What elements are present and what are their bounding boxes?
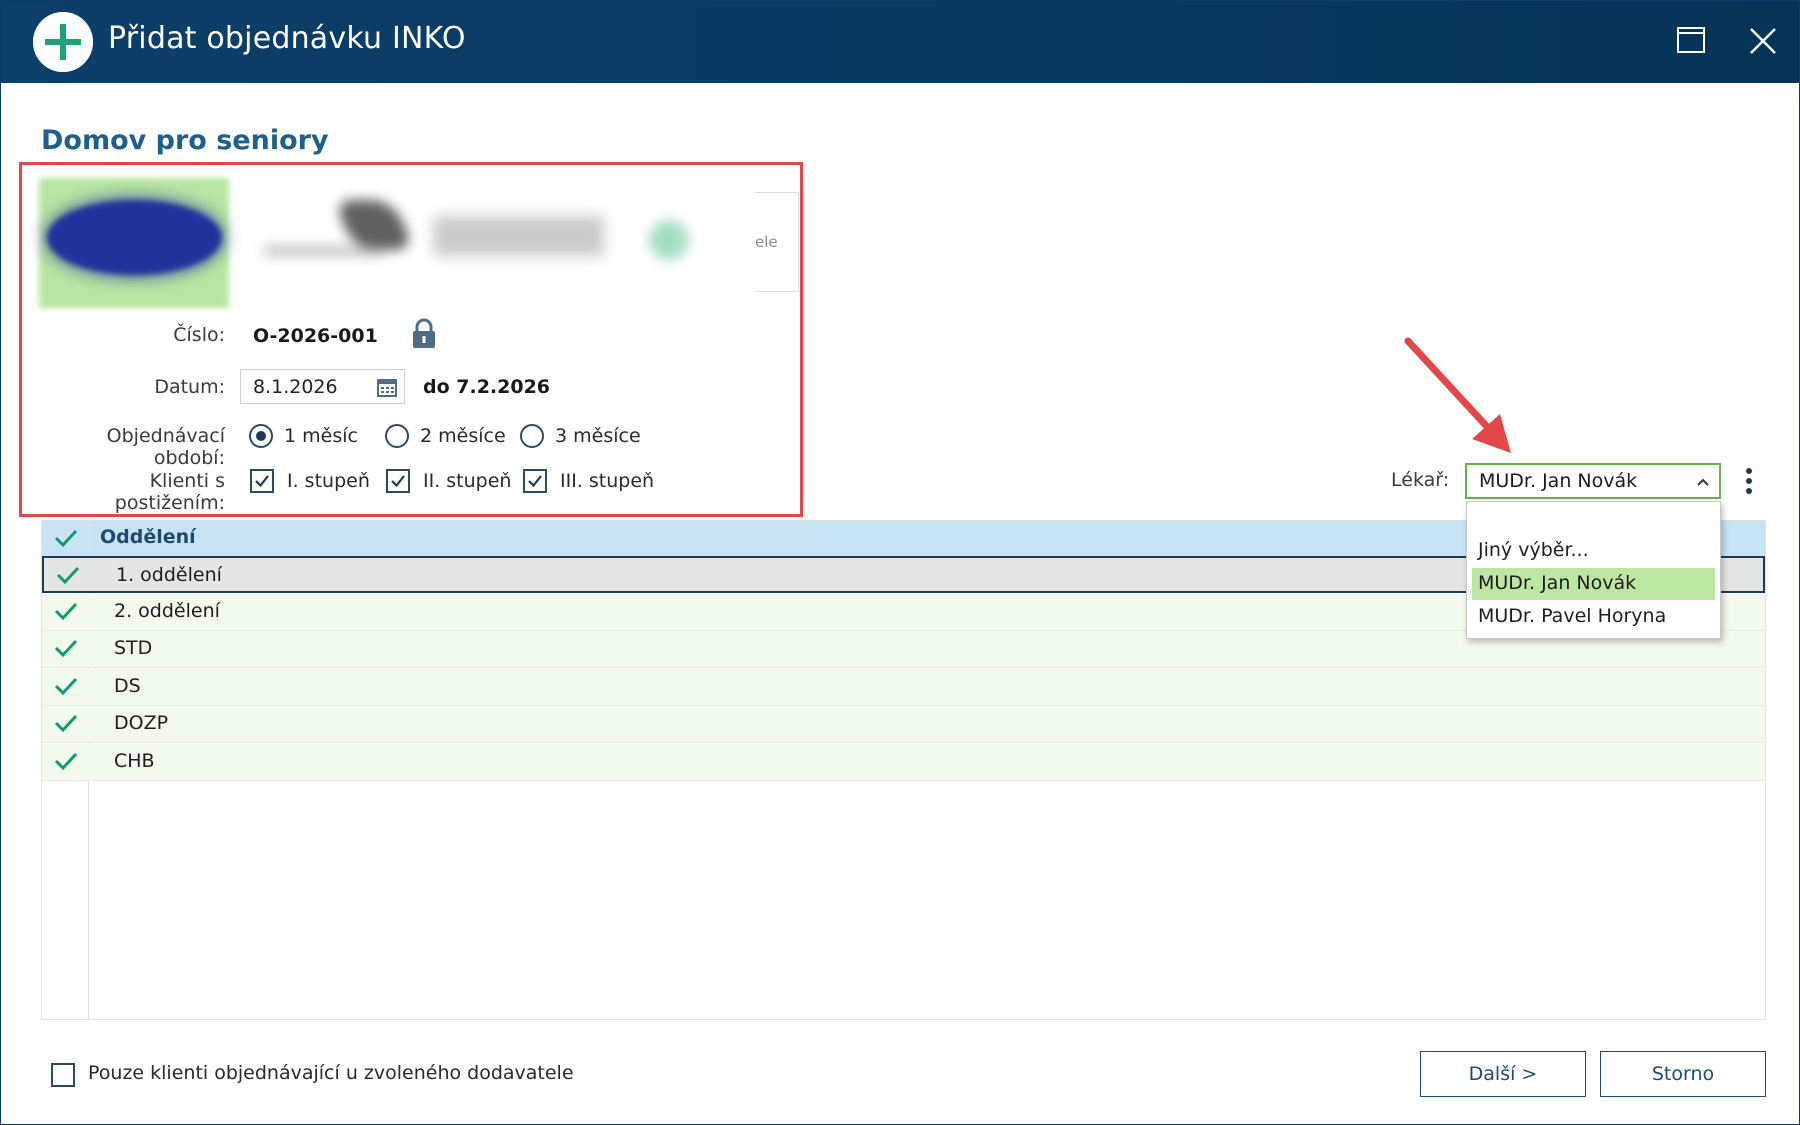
section-title: Domov pro seniory xyxy=(41,125,329,156)
doctor-select[interactable]: MUDr. Jan Novák xyxy=(1465,463,1721,499)
cislo-value: O-2026-001 xyxy=(253,325,378,347)
table-row[interactable]: CHB xyxy=(42,744,1765,781)
table-row[interactable]: DOZP xyxy=(42,706,1765,743)
disability-option-3[interactable]: III. stupeň xyxy=(560,470,654,492)
dropdown-option[interactable]: MUDr. Pavel Horyna xyxy=(1472,601,1715,633)
check-all-icon[interactable] xyxy=(54,527,78,549)
disability-checkbox-2[interactable] xyxy=(386,469,410,493)
check-icon[interactable] xyxy=(54,750,78,772)
dropdown-option-selected[interactable]: MUDr. Jan Novák xyxy=(1472,568,1715,600)
disability-label: Klienti s postižením: xyxy=(114,470,225,514)
only-clients-checkbox[interactable] xyxy=(51,1063,75,1087)
row-label: DOZP xyxy=(114,712,169,734)
title-bar[interactable]: Přidat objednávku INKO xyxy=(1,1,1799,83)
window-title: Přidat objednávku INKO xyxy=(108,21,466,56)
period-radio-1[interactable] xyxy=(249,424,273,448)
disability-checkbox-3[interactable] xyxy=(523,469,547,493)
next-button[interactable]: Další > xyxy=(1420,1051,1586,1097)
doctor-selected: MUDr. Jan Novák xyxy=(1479,470,1638,492)
only-clients-label[interactable]: Pouze klienti objednávající u zvoleného … xyxy=(88,1062,574,1084)
disability-checkbox-1[interactable] xyxy=(250,469,274,493)
row-label: STD xyxy=(114,637,153,659)
lock-icon xyxy=(411,318,437,350)
cislo-label: Číslo: xyxy=(173,324,225,346)
datum-label: Datum: xyxy=(154,376,225,398)
more-options-icon[interactable] xyxy=(1739,465,1759,497)
check-icon[interactable] xyxy=(54,675,78,697)
period-radio-2[interactable] xyxy=(385,424,409,448)
maximize-icon[interactable] xyxy=(1671,21,1711,61)
date-input[interactable] xyxy=(253,374,373,400)
doctor-label: Lékař: xyxy=(1391,469,1450,491)
check-icon[interactable] xyxy=(54,637,78,659)
datum-to: do 7.2.2026 xyxy=(423,376,551,398)
disability-option-1[interactable]: I. stupeň xyxy=(287,470,370,492)
date-field[interactable] xyxy=(240,369,405,404)
table-row[interactable]: DS xyxy=(42,669,1765,706)
period-label: Objednávací období: xyxy=(106,425,225,469)
close-icon[interactable] xyxy=(1743,21,1783,61)
check-icon[interactable] xyxy=(54,712,78,734)
calendar-icon[interactable] xyxy=(376,376,398,398)
cancel-button[interactable]: Storno xyxy=(1600,1051,1766,1097)
period-radio-3[interactable] xyxy=(520,424,544,448)
disability-option-2[interactable]: II. stupeň xyxy=(423,470,511,492)
period-option-2[interactable]: 2 měsíce xyxy=(420,425,506,447)
chevron-up-icon[interactable] xyxy=(1695,474,1711,490)
plus-circle-icon xyxy=(33,12,93,72)
doctor-dropdown[interactable]: Jiný výběr... MUDr. Jan Novák MUDr. Pave… xyxy=(1466,501,1721,639)
period-option-3[interactable]: 3 měsíce xyxy=(555,425,641,447)
dropdown-option[interactable]: Jiný výběr... xyxy=(1472,535,1715,567)
dialog-window: Přidat objednávku INKO Domov pro seniory… xyxy=(0,0,1800,1125)
row-label: CHB xyxy=(114,750,155,772)
check-icon[interactable] xyxy=(54,600,78,622)
annotation-arrow xyxy=(1396,331,1526,461)
row-label: 2. oddělení xyxy=(114,600,220,622)
check-icon[interactable] xyxy=(56,564,80,586)
row-label: DS xyxy=(114,675,141,697)
grid-header-label: Oddělení xyxy=(100,526,196,548)
period-option-1[interactable]: 1 měsíc xyxy=(284,425,358,447)
row-label: 1. oddělení xyxy=(116,564,222,586)
